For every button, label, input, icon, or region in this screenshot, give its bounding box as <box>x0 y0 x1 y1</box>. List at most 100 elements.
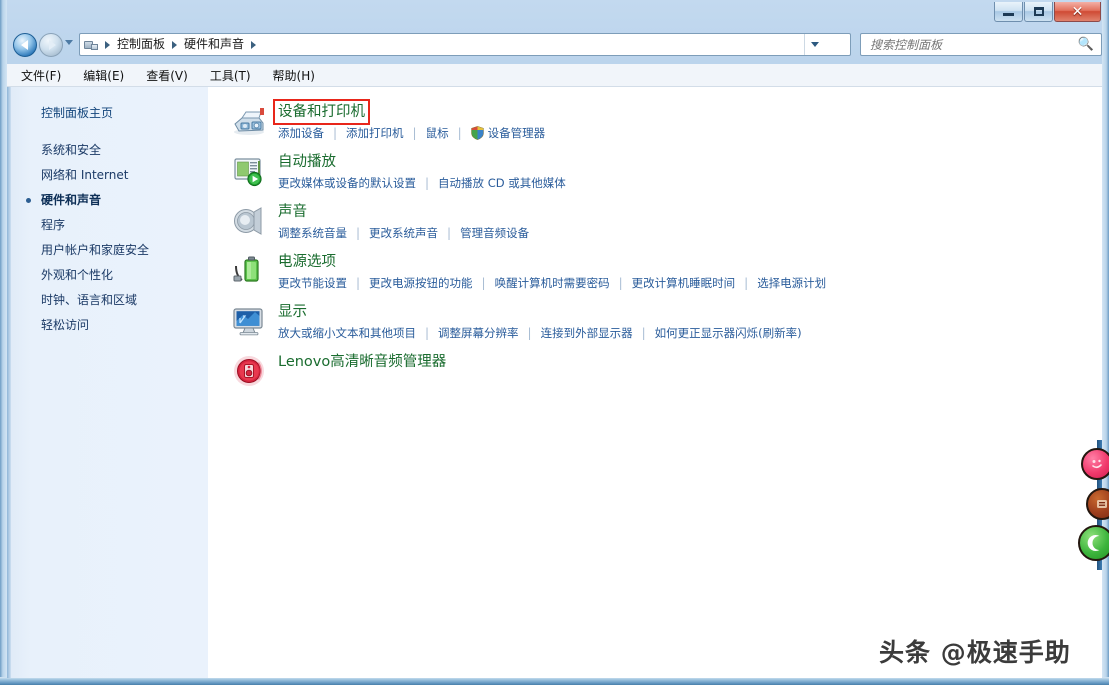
category-title[interactable]: Lenovo高清晰音频管理器 <box>278 353 446 372</box>
link-adjust-system-volume[interactable]: 调整系统音量 <box>278 225 347 241</box>
maximize-button[interactable] <box>1024 2 1053 22</box>
menu-view[interactable]: 查看(V) <box>146 67 188 84</box>
category-lenovo-audio-manager: Lenovo高清晰音频管理器 <box>232 351 1092 397</box>
breadcrumb-separator-icon[interactable] <box>251 40 257 49</box>
link-device-manager[interactable]: 设备管理器 <box>470 125 546 141</box>
shield-icon <box>470 126 484 140</box>
sidebar-item-system-and-security[interactable]: 系统和安全 <box>7 138 208 163</box>
brown-badge-widget[interactable] <box>1086 488 1109 520</box>
link-separator: | <box>744 276 749 290</box>
link-change-default-media-settings[interactable]: 更改媒体或设备的默认设置 <box>278 175 416 191</box>
close-icon: ✕ <box>1071 3 1084 20</box>
category-title[interactable]: 电源选项 <box>278 253 336 272</box>
category-display: 显示 放大或缩小文本和其他项目 | 调整屏幕分辨率 | 连接到外部显示器 | 如… <box>232 301 1092 347</box>
link-connect-external-display[interactable]: 连接到外部显示器 <box>541 325 633 341</box>
recent-pages-chevron-down-icon[interactable] <box>65 40 73 45</box>
control-panel-window: ✕ 控制面板 硬件和声音 ⟳ <box>0 0 1109 685</box>
sidebar-item-user-accounts[interactable]: 用户帐户和家庭安全 <box>7 238 208 263</box>
search-input[interactable] <box>868 36 1068 53</box>
link-mouse[interactable]: 鼠标 <box>426 125 449 141</box>
link-label: 设备管理器 <box>487 126 546 140</box>
category-title[interactable]: 声音 <box>278 203 307 222</box>
search-icon[interactable]: 🔍 <box>1078 37 1094 52</box>
link-change-power-saving-settings[interactable]: 更改节能设置 <box>278 275 347 291</box>
menu-help[interactable]: 帮助(H) <box>273 67 315 84</box>
close-button[interactable]: ✕ <box>1054 2 1101 22</box>
category-links: 更改媒体或设备的默认设置 | 自动播放 CD 或其他媒体 <box>278 175 1092 191</box>
menu-tools[interactable]: 工具(T) <box>210 67 251 84</box>
category-devices-and-printers: 设备和打印机 添加设备 | 添加打印机 | 鼠标 | 设备管理器 <box>232 99 1092 147</box>
sidebar: 控制面板主页 系统和安全 网络和 Internet 硬件和声音 程序 用户帐户和… <box>7 87 208 678</box>
link-separator: | <box>425 176 430 190</box>
category-links: 更改节能设置 | 更改电源按钮的功能 | 唤醒计算机时需要密码 | 更改计算机睡… <box>278 275 1092 291</box>
link-separator: | <box>527 326 532 340</box>
address-dropdown-button[interactable] <box>804 34 824 55</box>
menu-edit[interactable]: 编辑(E) <box>83 67 124 84</box>
link-add-device[interactable]: 添加设备 <box>278 125 324 141</box>
pink-face-widget[interactable] <box>1081 448 1109 480</box>
link-separator: | <box>447 226 452 240</box>
category-title[interactable]: 设备和打印机 <box>273 99 370 125</box>
sidebar-item-control-panel-home[interactable]: 控制面板主页 <box>7 101 208 128</box>
link-separator: | <box>457 126 462 140</box>
forward-button[interactable] <box>39 33 63 57</box>
sidebar-list: 控制面板主页 系统和安全 网络和 Internet 硬件和声音 程序 用户帐户和… <box>7 101 208 338</box>
bullet-icon <box>26 198 31 203</box>
title-bar[interactable]: ✕ <box>0 0 1109 28</box>
client-area: 控制面板主页 系统和安全 网络和 Internet 硬件和声音 程序 用户帐户和… <box>7 86 1102 678</box>
link-fix-display-flicker[interactable]: 如何更正显示器闪烁(刷新率) <box>655 325 802 341</box>
sidebar-item-ease-of-access[interactable]: 轻松访问 <box>7 313 208 338</box>
pink-face-icon <box>1083 450 1109 478</box>
sound-icon <box>232 204 266 238</box>
link-play-cd-or-other-media[interactable]: 自动播放 CD 或其他媒体 <box>438 175 566 191</box>
link-adjust-screen-resolution[interactable]: 调整屏幕分辨率 <box>438 325 519 341</box>
back-button[interactable] <box>13 33 37 57</box>
power-options-icon <box>232 254 266 288</box>
menu-file[interactable]: 文件(F) <box>21 67 61 84</box>
menu-bar: 文件(F) 编辑(E) 查看(V) 工具(T) 帮助(H) <box>7 64 1102 86</box>
search-box[interactable]: 🔍 <box>860 33 1102 56</box>
category-sound: 声音 调整系统音量 | 更改系统声音 | 管理音频设备 <box>232 201 1092 247</box>
maximize-icon <box>1033 7 1044 16</box>
breadcrumb-separator-icon <box>105 40 110 49</box>
category-title[interactable]: 自动播放 <box>278 153 336 172</box>
sidebar-item-programs[interactable]: 程序 <box>7 213 208 238</box>
link-change-power-button-function[interactable]: 更改电源按钮的功能 <box>369 275 473 291</box>
link-make-text-bigger-or-smaller[interactable]: 放大或缩小文本和其他项目 <box>278 325 416 341</box>
link-separator: | <box>425 326 430 340</box>
address-bar[interactable]: 控制面板 硬件和声音 <box>79 33 851 56</box>
link-add-printer[interactable]: 添加打印机 <box>346 125 404 141</box>
link-manage-audio-devices[interactable]: 管理音频设备 <box>460 225 529 241</box>
sidebar-item-network-and-internet[interactable]: 网络和 Internet <box>7 163 208 188</box>
link-require-password-on-wakeup[interactable]: 唤醒计算机时需要密码 <box>495 275 610 291</box>
watermark: 头条 @极速手助 <box>879 638 1071 667</box>
category-title[interactable]: 显示 <box>278 303 307 322</box>
link-separator: | <box>412 126 417 140</box>
category-links: 添加设备 | 添加打印机 | 鼠标 | 设备管理器 <box>278 125 1092 141</box>
green-moon-widget[interactable] <box>1078 525 1109 561</box>
sidebar-item-clock-language-region[interactable]: 时钟、语言和区域 <box>7 288 208 313</box>
category-list: 设备和打印机 添加设备 | 添加打印机 | 鼠标 | 设备管理器 自动播放 更改… <box>232 99 1092 401</box>
category-power-options: 电源选项 更改节能设置 | 更改电源按钮的功能 | 唤醒计算机时需要密码 | 更… <box>232 251 1092 297</box>
breadcrumb-separator-icon <box>172 40 178 49</box>
autoplay-icon <box>232 154 266 188</box>
minimize-button[interactable] <box>994 2 1023 22</box>
lenovo-audio-manager-icon <box>232 354 266 388</box>
sidebar-item-hardware-and-sound[interactable]: 硬件和声音 <box>7 188 208 213</box>
link-change-system-sounds[interactable]: 更改系统声音 <box>369 225 438 241</box>
brown-badge-icon <box>1088 490 1109 518</box>
sidebar-item-appearance[interactable]: 外观和个性化 <box>7 263 208 288</box>
link-choose-power-plan[interactable]: 选择电源计划 <box>757 275 826 291</box>
window-frame-bottom <box>0 677 1109 685</box>
link-separator: | <box>618 276 623 290</box>
link-separator: | <box>356 226 361 240</box>
navigation-bar: 控制面板 硬件和声音 ⟳ 🔍 <box>7 28 1102 62</box>
breadcrumb-item-hardware-and-sound[interactable]: 硬件和声音 <box>181 34 247 55</box>
category-autoplay: 自动播放 更改媒体或设备的默认设置 | 自动播放 CD 或其他媒体 <box>232 151 1092 197</box>
content-area: 设备和打印机 添加设备 | 添加打印机 | 鼠标 | 设备管理器 自动播放 更改… <box>208 87 1102 678</box>
link-change-sleep-time[interactable]: 更改计算机睡眠时间 <box>632 275 736 291</box>
chevron-down-icon <box>810 42 819 47</box>
window-controls: ✕ <box>994 2 1101 22</box>
breadcrumb-item-control-panel[interactable]: 控制面板 <box>114 34 168 55</box>
